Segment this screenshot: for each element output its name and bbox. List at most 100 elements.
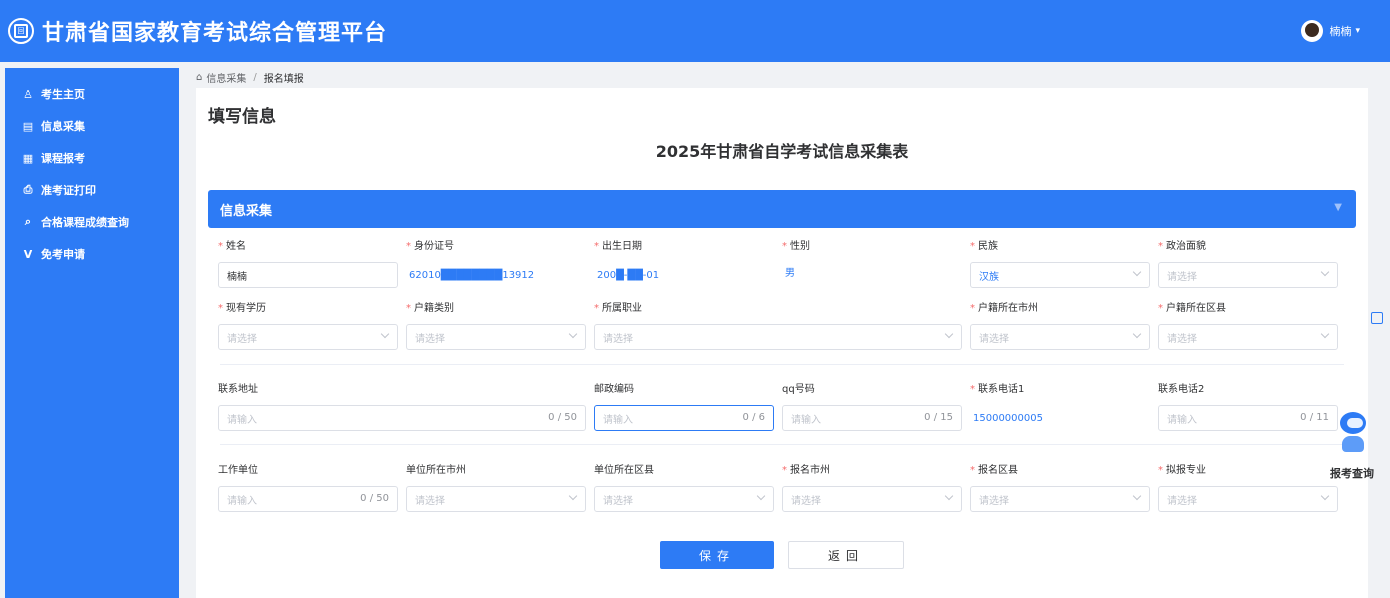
chevron-down-icon[interactable] (568, 491, 578, 501)
sidebar-item-exemption[interactable]: V 免考申请 (5, 238, 179, 270)
avatar[interactable] (1301, 20, 1324, 42)
chevron-down-icon[interactable] (1320, 491, 1330, 501)
sidebar-item-label: 考生主页 (41, 88, 85, 101)
field-registration-county: * 报名区县 请选择 (970, 464, 1150, 512)
sidebar-item-course-registration[interactable]: ▦ 课程报考 (5, 142, 179, 174)
chevron-down-icon[interactable] (1132, 491, 1142, 501)
phone1-value[interactable]: 15000000005 (970, 405, 1150, 431)
field-ethnicity: * 民族 汉族 (970, 240, 1150, 288)
employer-city-select[interactable]: 请选择 (406, 486, 586, 512)
field-employer-city: 单位所在市州 请选择 (406, 464, 586, 512)
field-hukou-type: * 户籍类别 请选择 (406, 302, 586, 350)
chevron-down-icon[interactable] (756, 491, 766, 501)
sidebar-item-label: 信息采集 (41, 120, 85, 133)
required-mark: * (218, 303, 223, 314)
robot-assistant-icon[interactable] (1338, 412, 1368, 456)
required-mark: * (782, 241, 787, 252)
field-employer-county: 单位所在区县 请选择 (594, 464, 774, 512)
section-header-info-collection[interactable]: 信息采集 ▼ (208, 190, 1356, 228)
top-header: 回 甘肃省国家教育考试综合管理平台 楠楠 ▾ (0, 0, 1390, 62)
field-occupation: * 所属职业 请选择 (594, 302, 962, 350)
divider (220, 444, 1344, 445)
employer-county-select[interactable]: 请选择 (594, 486, 774, 512)
caret-down-icon[interactable]: ▾ (1355, 26, 1360, 36)
field-address: 联系地址 请输入 0 / 50 (218, 383, 586, 431)
char-counter: 0 / 11 (1300, 412, 1329, 423)
registration-city-select[interactable]: 请选择 (782, 486, 962, 512)
phone2-input[interactable]: 请输入 0 / 11 (1158, 405, 1338, 431)
home-icon[interactable]: ⌂ (196, 72, 202, 83)
sidebar-item-label: 合格课程成绩查询 (41, 216, 129, 229)
required-mark: * (594, 241, 599, 252)
exam-query-label[interactable]: 报考查询 (1330, 465, 1374, 481)
required-mark: * (970, 303, 975, 314)
char-counter: 0 / 15 (924, 412, 953, 423)
username[interactable]: 楠楠 (1329, 23, 1351, 39)
sidebar: ♙ 考生主页 ▤ 信息采集 ▦ 课程报考 ⎙ 准考证打印 ⌕ 合格课程成绩查询 … (5, 68, 179, 598)
required-mark: * (970, 241, 975, 252)
required-mark: * (1158, 303, 1163, 314)
app-title: 甘肃省国家教育考试综合管理平台 (42, 21, 388, 46)
field-gender: * 性别 男 (782, 240, 962, 284)
chevron-down-icon[interactable] (944, 491, 954, 501)
share-icon[interactable] (1371, 312, 1383, 324)
qq-input[interactable]: 请输入 0 / 15 (782, 405, 962, 431)
form-title: 2025年甘肃省自学考试信息采集表 (655, 142, 909, 161)
sidebar-item-score-query[interactable]: ⌕ 合格课程成绩查询 (5, 206, 179, 238)
sidebar-item-home[interactable]: ♙ 考生主页 (5, 78, 179, 110)
field-name: * 姓名 楠楠 (218, 240, 398, 288)
back-button[interactable]: 返回 (788, 541, 904, 569)
registration-county-select[interactable]: 请选择 (970, 486, 1150, 512)
chevron-down-icon[interactable] (1320, 329, 1330, 339)
sidebar-item-label: 准考证打印 (41, 184, 96, 197)
platform-logo-icon: 回 (8, 18, 34, 44)
chevron-down-icon[interactable] (944, 329, 954, 339)
char-counter: 0 / 50 (360, 493, 389, 504)
major-select[interactable]: 请选择 (1158, 486, 1338, 512)
required-mark: * (406, 241, 411, 252)
sidebar-item-admission-print[interactable]: ⎙ 准考证打印 (5, 174, 179, 206)
field-postcode: 邮政编码 请输入 0 / 6 (594, 383, 774, 431)
field-qq: qq号码 请输入 0 / 15 (782, 383, 962, 431)
chevron-down-icon[interactable] (380, 329, 390, 339)
field-birthdate: * 出生日期 200█-██-01 (594, 240, 774, 288)
required-mark: * (970, 465, 975, 476)
gender-value: 男 (782, 258, 962, 284)
breadcrumb: ⌂ 信息采集 / 报名填报 (196, 70, 304, 85)
required-mark: * (406, 303, 411, 314)
chevron-down-icon[interactable] (1320, 267, 1330, 277)
hukou-type-select[interactable]: 请选择 (406, 324, 586, 350)
field-hukou-city: * 户籍所在市州 请选择 (970, 302, 1150, 350)
search-icon: ⌕ (24, 215, 32, 228)
employer-input[interactable]: 请输入 0 / 50 (218, 486, 398, 512)
address-input[interactable]: 请输入 0 / 50 (218, 405, 586, 431)
sidebar-item-info-collection[interactable]: ▤ 信息采集 (5, 110, 179, 142)
breadcrumb-parent[interactable]: 信息采集 (206, 70, 246, 85)
char-counter: 0 / 6 (742, 412, 765, 423)
divider (220, 364, 1344, 365)
char-counter: 0 / 50 (548, 412, 577, 423)
field-phone1: * 联系电话1 15000000005 (970, 383, 1150, 431)
chevron-down-icon[interactable] (1132, 267, 1142, 277)
idcard-value: 62010████████13912 (406, 262, 586, 288)
save-button[interactable]: 保存 (660, 541, 774, 569)
chevron-down-icon[interactable] (1132, 329, 1142, 339)
hukou-city-select[interactable]: 请选择 (970, 324, 1150, 350)
sidebar-item-label: 课程报考 (41, 152, 85, 165)
hukou-county-select[interactable]: 请选择 (1158, 324, 1338, 350)
postcode-input[interactable]: 请输入 0 / 6 (594, 405, 774, 431)
required-mark: * (594, 303, 599, 314)
calendar-icon: ▦ (22, 151, 34, 165)
field-political-status: * 政治面貌 请选择 (1158, 240, 1338, 288)
collapse-arrow-icon[interactable]: ▼ (1334, 202, 1342, 213)
name-input[interactable]: 楠楠 (218, 262, 398, 288)
field-phone2: 联系电话2 请输入 0 / 11 (1158, 383, 1338, 431)
required-mark: * (970, 384, 975, 395)
user-menu[interactable]: 楠楠 ▾ (1301, 20, 1360, 42)
ethnicity-select[interactable]: 汉族 (970, 262, 1150, 288)
education-select[interactable]: 请选择 (218, 324, 398, 350)
page-title: 填写信息 (208, 107, 276, 127)
occupation-select[interactable]: 请选择 (594, 324, 962, 350)
political-status-select[interactable]: 请选择 (1158, 262, 1338, 288)
chevron-down-icon[interactable] (568, 329, 578, 339)
